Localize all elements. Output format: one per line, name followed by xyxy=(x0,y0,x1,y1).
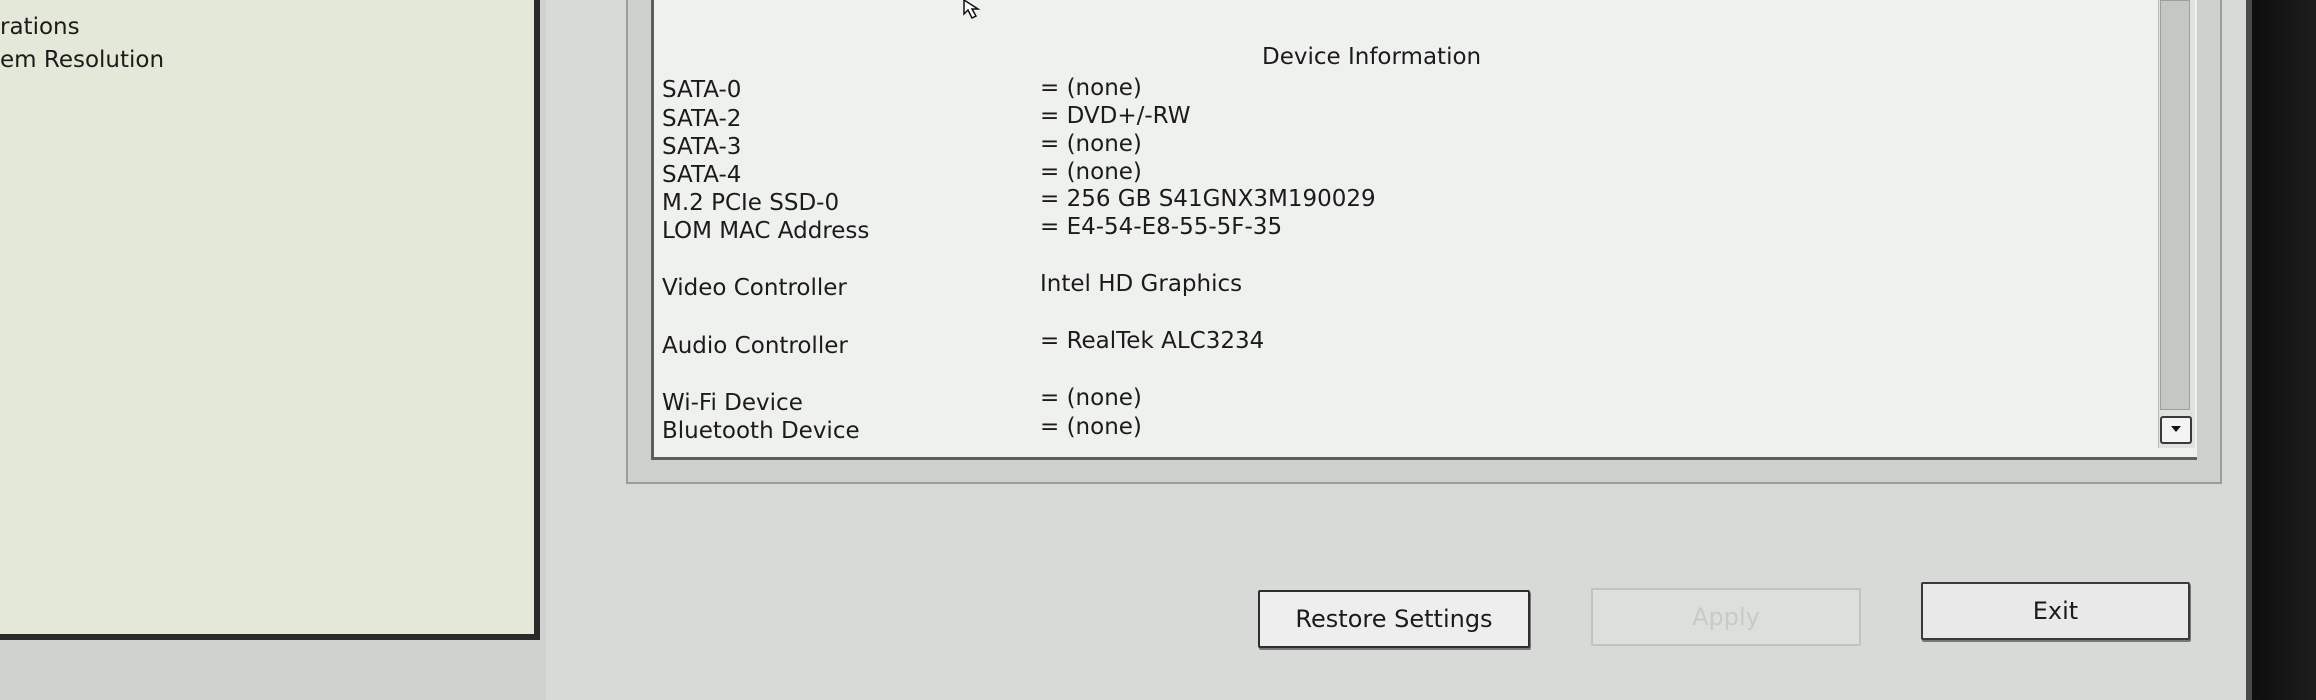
chevron-down-icon xyxy=(2171,426,2181,432)
device-label-m2-ssd: M.2 PCIe SSD-0 xyxy=(662,190,840,216)
device-label-sata-0: SATA-0 xyxy=(662,77,742,103)
monitor-bezel xyxy=(2246,0,2316,700)
device-value-bluetooth: = (none) xyxy=(1040,414,1142,440)
device-value-wifi: = (none) xyxy=(1040,385,1142,411)
device-label-wifi: Wi-Fi Device xyxy=(662,390,803,416)
device-label-sata-2: SATA-2 xyxy=(662,106,742,132)
settings-nav-pane xyxy=(0,0,540,640)
restore-settings-button[interactable]: Restore Settings xyxy=(1258,590,1530,648)
nav-item-system-resolution[interactable]: em Resolution xyxy=(0,47,164,73)
device-label-video-controller: Video Controller xyxy=(662,275,847,301)
device-value-sata-0: = (none) xyxy=(1040,75,1142,101)
nav-item-configurations[interactable]: rations xyxy=(0,14,80,40)
device-value-sata-4: = (none) xyxy=(1040,159,1142,185)
device-label-mac-address: LOM MAC Address xyxy=(662,218,870,244)
device-label-audio-controller: Audio Controller xyxy=(662,333,848,359)
device-value-sata-3: = (none) xyxy=(1040,131,1142,157)
device-value-mac-address: = E4-54-E8-55-5F-35 xyxy=(1040,214,1283,240)
scroll-down-button[interactable] xyxy=(2160,416,2192,444)
device-label-bluetooth: Bluetooth Device xyxy=(662,418,860,444)
device-label-sata-4: SATA-4 xyxy=(662,162,742,188)
device-value-sata-2: = DVD+/-RW xyxy=(1040,103,1191,129)
exit-button[interactable]: Exit xyxy=(1921,582,2190,640)
device-label-sata-3: SATA-3 xyxy=(662,134,742,160)
bezel-edge xyxy=(2246,0,2252,700)
device-value-m2-ssd: = 256 GB S41GNX3M190029 xyxy=(1040,186,1376,212)
apply-button[interactable]: Apply xyxy=(1591,588,1861,646)
scrollbar-thumb[interactable] xyxy=(2160,0,2190,410)
device-info-title: Device Information xyxy=(1262,44,1482,70)
device-value-audio-controller: = RealTek ALC3234 xyxy=(1040,328,1265,354)
device-value-video-controller: Intel HD Graphics xyxy=(1040,271,1243,297)
mouse-pointer-icon xyxy=(963,0,981,20)
